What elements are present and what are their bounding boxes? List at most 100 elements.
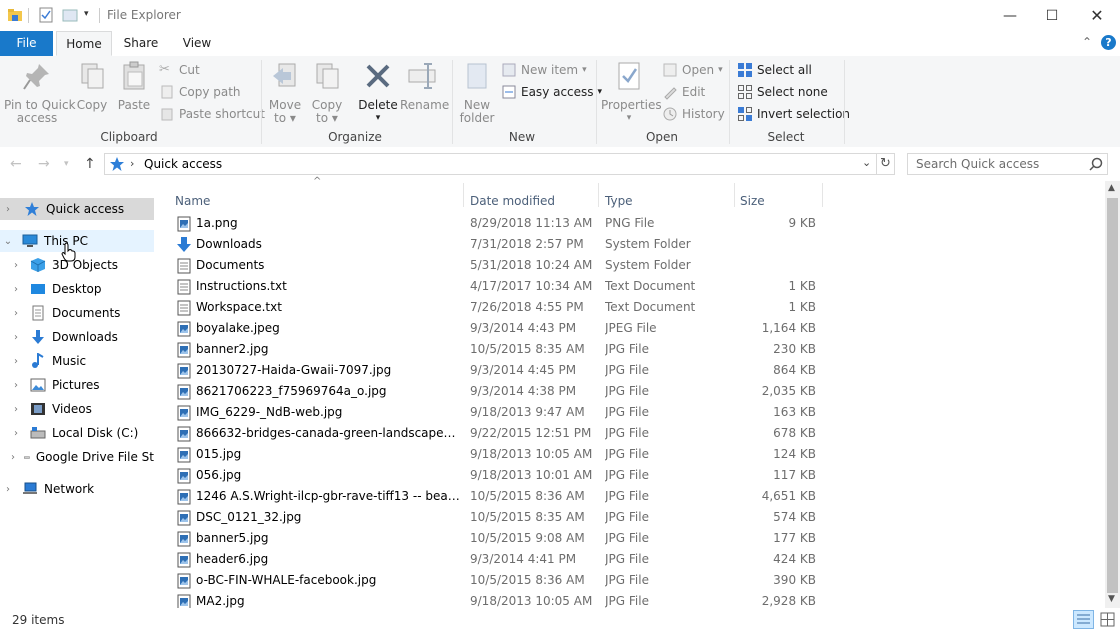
- file-row[interactable]: Documents 5/31/2018 10:24 AM System Folder: [172, 255, 832, 276]
- file-row[interactable]: 015.jpg 9/18/2013 10:05 AM JPG File 124 KB: [172, 444, 832, 465]
- nav-3d-objects[interactable]: › 3D Objects: [0, 254, 154, 276]
- nav-documents[interactable]: › Documents: [0, 302, 154, 324]
- expand-arrow-icon[interactable]: ›: [11, 452, 15, 463]
- help-icon[interactable]: ?: [1101, 35, 1116, 50]
- back-button[interactable]: ←: [10, 156, 22, 172]
- nav-downloads[interactable]: › Downloads: [0, 326, 154, 348]
- search-input[interactable]: Search Quick access: [907, 153, 1108, 175]
- nav-network[interactable]: › Network: [0, 478, 154, 500]
- file-row[interactable]: boyalake.jpeg 9/3/2014 4:43 PM JPEG File 1,…: [172, 318, 832, 339]
- forward-button[interactable]: →: [38, 156, 50, 172]
- nav-videos[interactable]: › Videos: [0, 398, 154, 420]
- expand-arrow-icon[interactable]: ›: [11, 332, 21, 343]
- file-row[interactable]: o-BC-FIN-WHALE-facebook.jpg 10/5/2015 8:3…: [172, 570, 832, 591]
- paste-button[interactable]: Paste: [116, 60, 152, 112]
- nav-google-drive[interactable]: › Google Drive File St: [0, 446, 154, 468]
- open-button[interactable]: Open ▾: [662, 61, 723, 79]
- file-row[interactable]: 20130727-Haida-Gwaii-7097.jpg 9/3/2014 4:…: [172, 360, 832, 381]
- properties-button[interactable]: Properties ▾: [601, 60, 662, 125]
- select-all-button[interactable]: Select all: [737, 61, 812, 79]
- recent-locations-button[interactable]: ▾: [64, 159, 69, 169]
- file-row[interactable]: Instructions.txt 4/17/2017 10:34 AM Text D…: [172, 276, 832, 297]
- file-row[interactable]: 1a.png 8/29/2018 11:13 AM PNG File 9 KB: [172, 213, 832, 234]
- file-row[interactable]: banner2.jpg 10/5/2015 8:35 AM JPG File 230 …: [172, 339, 832, 360]
- expand-arrow-icon[interactable]: ›: [3, 484, 13, 495]
- large-icons-view-button[interactable]: [1098, 610, 1117, 629]
- nav-desktop[interactable]: › Desktop: [0, 278, 154, 300]
- select-none-button[interactable]: Select none: [737, 83, 828, 101]
- file-row[interactable]: 1246 A.S.Wright-ilcp-gbr-rave-tiff13 -- …: [172, 486, 832, 507]
- new-item-button[interactable]: New item ▾: [501, 61, 587, 79]
- details-view-button[interactable]: [1073, 610, 1094, 629]
- maximize-button[interactable]: ☐: [1029, 0, 1075, 31]
- expand-arrow-icon[interactable]: ›: [11, 308, 21, 319]
- new-folder-button[interactable]: New folder: [458, 60, 496, 125]
- invert-selection-button[interactable]: Invert selection: [737, 105, 850, 123]
- new-folder-icon[interactable]: [62, 7, 78, 23]
- expand-arrow-icon[interactable]: ›: [11, 404, 21, 415]
- file-row[interactable]: DSC_0121_32.jpg 10/5/2015 8:35 AM JPG File…: [172, 507, 832, 528]
- file-row[interactable]: Workspace.txt 7/26/2018 4:55 PM Text Docum…: [172, 297, 832, 318]
- customize-toolbar-icon[interactable]: ▾: [84, 9, 89, 19]
- scrollbar-thumb[interactable]: [1107, 198, 1118, 593]
- expand-arrow-icon[interactable]: ›: [11, 284, 21, 295]
- nav-pictures[interactable]: › Pictures: [0, 374, 154, 396]
- delete-button[interactable]: Delete ▾: [358, 60, 398, 125]
- tab-view[interactable]: View: [172, 31, 222, 56]
- collapse-arrow-icon[interactable]: ⌄: [3, 236, 13, 247]
- minimize-button[interactable]: —: [987, 0, 1033, 31]
- image-file-icon: [177, 321, 191, 337]
- image-file-icon: [177, 489, 191, 505]
- nav-this-pc[interactable]: ⌄ This PC: [0, 230, 154, 252]
- breadcrumb[interactable]: Quick access: [144, 157, 222, 171]
- tab-home[interactable]: Home: [56, 31, 112, 56]
- pin-to-quick-access-button[interactable]: Pin to Quick access: [4, 60, 76, 125]
- file-row[interactable]: 8621706223_f75969764a_o.jpg 9/3/2014 4:38…: [172, 381, 832, 402]
- file-row[interactable]: IMG_6229-_NdB-web.jpg 9/18/2013 9:47 AM JP…: [172, 402, 832, 423]
- file-row[interactable]: banner5.jpg 10/5/2015 9:08 AM JPG File 177 …: [172, 528, 832, 549]
- expand-arrow-icon[interactable]: ›: [11, 260, 21, 271]
- column-name[interactable]: Name: [175, 194, 210, 208]
- expand-arrow-icon[interactable]: ›: [11, 428, 21, 439]
- history-button[interactable]: History: [662, 105, 725, 123]
- nav-music[interactable]: › Music: [0, 350, 154, 372]
- scroll-up-icon[interactable]: ▲: [1108, 183, 1115, 193]
- rename-button[interactable]: Rename: [400, 60, 449, 112]
- nav-quick-access[interactable]: › Quick access: [0, 198, 154, 220]
- address-dropdown-icon[interactable]: ⌄: [862, 156, 871, 169]
- file-row[interactable]: Downloads 7/31/2018 2:57 PM System Folder: [172, 234, 832, 255]
- copy-button[interactable]: Copy: [74, 60, 110, 112]
- organize-group-label: Organize: [328, 130, 382, 144]
- collapse-ribbon-icon[interactable]: ⌃: [1082, 35, 1092, 49]
- move-to-icon: [273, 63, 296, 87]
- file-row[interactable]: 866632-bridges-canada-green-landscapes-n…: [172, 423, 832, 444]
- breadcrumb-chevron-icon[interactable]: ›: [130, 157, 134, 170]
- search-icon[interactable]: [1089, 157, 1103, 171]
- column-size[interactable]: Size: [740, 194, 765, 208]
- tab-file[interactable]: File: [0, 31, 53, 56]
- properties-icon[interactable]: [38, 7, 54, 23]
- expand-arrow-icon[interactable]: ›: [3, 204, 13, 215]
- column-date-modified[interactable]: Date modified: [470, 194, 555, 208]
- nav-local-disk[interactable]: › Local Disk (C:): [0, 422, 154, 444]
- easy-access-button[interactable]: Easy access ▾: [501, 83, 602, 101]
- refresh-icon[interactable]: ↻: [880, 156, 891, 171]
- copy-to-button[interactable]: Copy to ▾: [309, 60, 345, 125]
- file-row[interactable]: header6.jpg 9/3/2014 4:41 PM JPG File 424 K…: [172, 549, 832, 570]
- file-row[interactable]: 056.jpg 9/18/2013 10:01 AM JPG File 117 KB: [172, 465, 832, 486]
- copy-path-button[interactable]: Copy path: [159, 83, 241, 101]
- address-bar[interactable]: › Quick access ⌄ ↻: [104, 153, 895, 175]
- tab-share[interactable]: Share: [116, 31, 166, 56]
- move-to-button[interactable]: Move to ▾: [267, 60, 303, 125]
- paste-shortcut-button[interactable]: Paste shortcut: [159, 105, 265, 123]
- vertical-scrollbar[interactable]: ▲ ▼: [1105, 181, 1120, 608]
- expand-arrow-icon[interactable]: ›: [11, 356, 21, 367]
- scroll-down-icon[interactable]: ▼: [1108, 594, 1115, 604]
- expand-arrow-icon[interactable]: ›: [11, 380, 21, 391]
- up-button[interactable]: ↑: [84, 156, 96, 172]
- edit-button[interactable]: Edit: [662, 83, 705, 101]
- cut-button[interactable]: ✂ Cut: [159, 61, 200, 79]
- column-type[interactable]: Type: [605, 194, 633, 208]
- folder-icon[interactable]: [7, 7, 23, 23]
- close-button[interactable]: ✕: [1074, 0, 1120, 31]
